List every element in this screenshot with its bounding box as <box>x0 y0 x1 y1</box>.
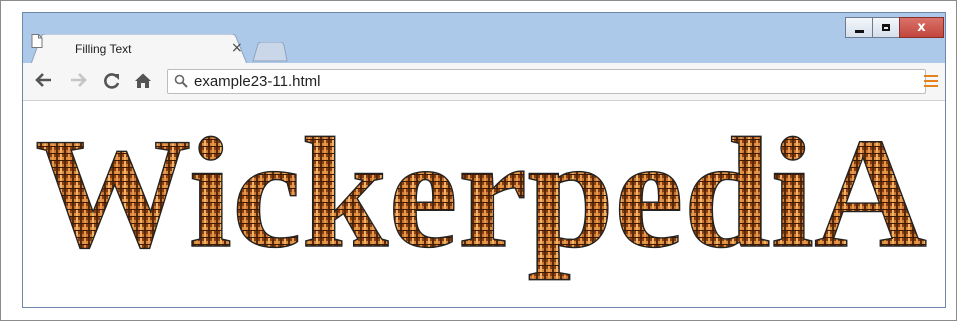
tab-filling-text[interactable]: Filling Text × <box>31 34 247 64</box>
page-heading: WickerpediA <box>35 106 927 281</box>
new-tab-button[interactable] <box>252 42 288 62</box>
browser-window: x Filling Text × example23-11.html Wicke… <box>22 12 946 308</box>
search-icon <box>174 74 188 88</box>
close-icon: x <box>917 19 926 35</box>
browser-toolbar: example23-11.html <box>23 63 945 101</box>
reload-icon[interactable] <box>103 72 121 90</box>
maximize-icon <box>882 24 890 31</box>
url-text[interactable]: example23-11.html <box>194 73 320 90</box>
minimize-button[interactable] <box>845 17 873 38</box>
menu-bar <box>924 75 938 77</box>
forward-arrow-icon[interactable] <box>69 72 87 88</box>
hamburger-menu-icon[interactable] <box>924 75 938 90</box>
page-icon <box>31 34 43 48</box>
wicker-text-canvas: WickerpediA <box>34 105 927 281</box>
menu-bar <box>924 80 938 82</box>
close-window-button[interactable]: x <box>899 17 944 38</box>
tab-shape <box>31 34 247 64</box>
address-bar[interactable]: example23-11.html <box>167 69 926 94</box>
tab-title: Filling Text <box>75 42 132 56</box>
window-controls: x <box>845 17 944 39</box>
tab-close-button[interactable]: × <box>231 40 243 56</box>
maximize-button[interactable] <box>872 17 900 38</box>
home-icon[interactable] <box>134 72 152 90</box>
page-content: WickerpediA <box>23 101 945 307</box>
back-arrow-icon[interactable] <box>35 72 53 88</box>
menu-bar <box>924 85 938 87</box>
minimize-icon <box>854 29 864 33</box>
